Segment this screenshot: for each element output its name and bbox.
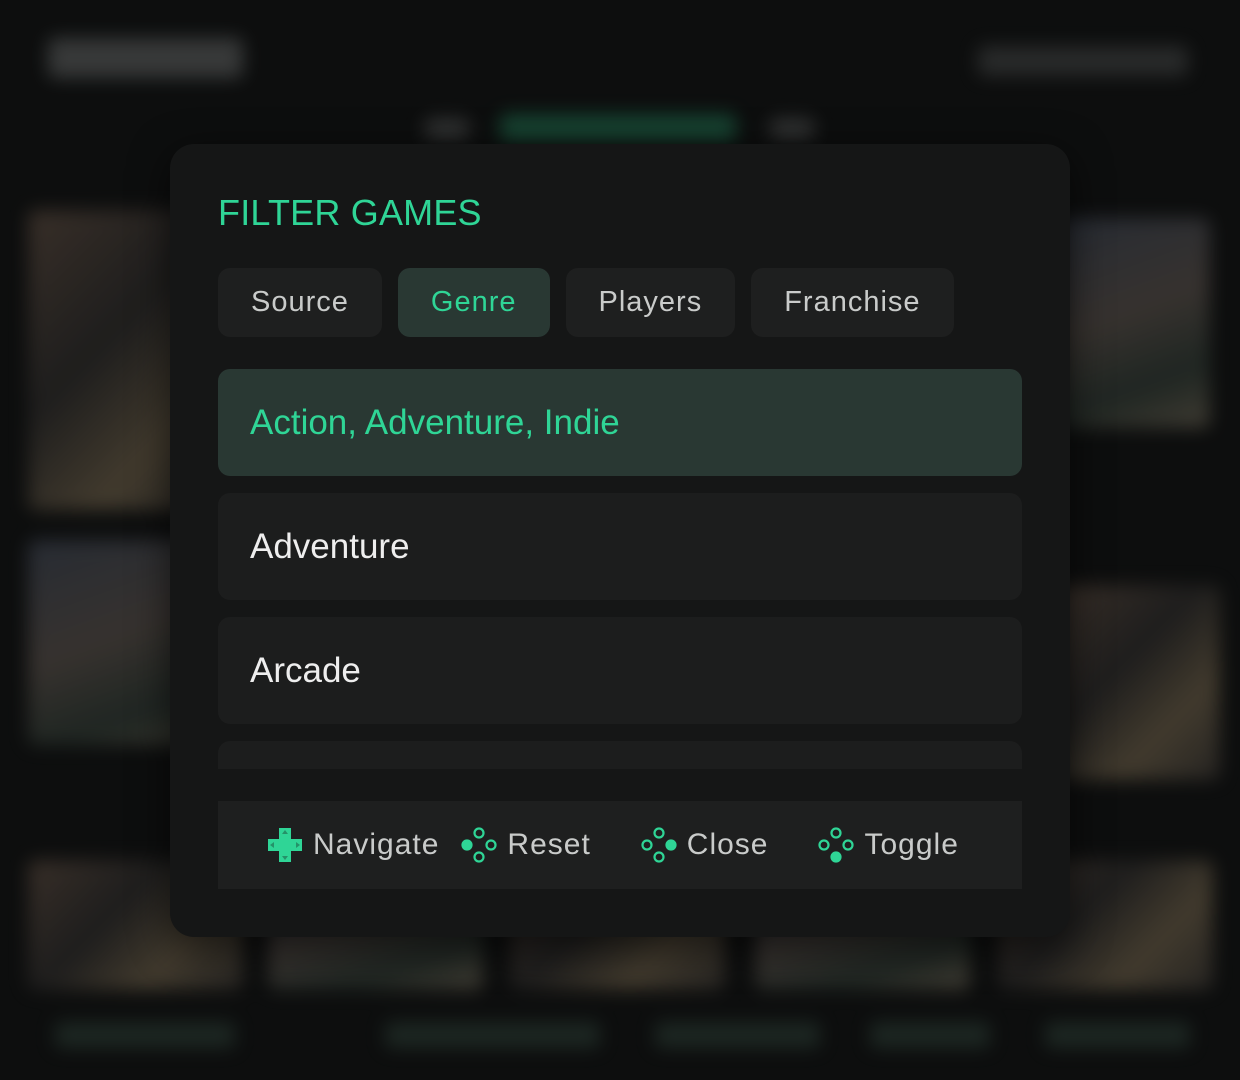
game-card	[1060, 218, 1210, 428]
control-hints-bar: Navigate Reset Close Toggle	[218, 801, 1022, 889]
filter-games-modal: FILTER GAMES Source Genre Players Franch…	[170, 144, 1070, 937]
bg-footer-hint	[655, 1022, 820, 1048]
hint-toggle: Toggle	[818, 827, 958, 863]
hint-label: Close	[686, 828, 769, 861]
option-label: Action, Adventure, Indie	[250, 402, 620, 442]
tab-genre[interactable]: Genre	[397, 268, 550, 337]
game-count	[978, 46, 1188, 76]
library-title	[48, 38, 243, 78]
option-label: Adventure	[250, 526, 410, 566]
tab-players[interactable]: Players	[565, 268, 736, 337]
bg-footer-hint	[1045, 1022, 1190, 1048]
hint-close: Close	[641, 827, 769, 863]
genre-option-list[interactable]: Action, Adventure, Indie Adventure Arcad…	[218, 369, 1022, 769]
modal-title: FILTER GAMES	[218, 192, 482, 233]
hint-label: Navigate	[313, 828, 440, 861]
tab-source[interactable]: Source	[218, 268, 382, 337]
platform-prev-arrow	[425, 118, 469, 140]
hint-label: Reset	[507, 828, 591, 861]
face-buttons-icon	[641, 827, 677, 863]
bg-footer-hint	[870, 1022, 990, 1048]
bg-footer-hint	[55, 1022, 235, 1048]
platform-selector	[500, 114, 736, 142]
hint-navigate: Navigate	[267, 827, 439, 863]
dpad-icon	[268, 828, 302, 862]
genre-option-arcade[interactable]: Arcade	[218, 617, 1022, 724]
tab-franchise[interactable]: Franchise	[751, 268, 954, 337]
genre-option-partial[interactable]	[218, 741, 1022, 769]
filter-tabs: Source Genre Players Franchise	[218, 268, 954, 337]
genre-option-adventure[interactable]: Adventure	[218, 493, 1022, 600]
hint-reset: Reset	[461, 827, 590, 863]
bg-footer-hint	[385, 1022, 600, 1048]
option-label: Arcade	[250, 650, 361, 690]
game-card	[1060, 585, 1220, 780]
face-buttons-icon	[818, 827, 855, 863]
platform-next-arrow	[770, 118, 814, 140]
face-buttons-icon	[461, 827, 498, 863]
genre-option-action-adventure-indie[interactable]: Action, Adventure, Indie	[218, 369, 1022, 476]
hint-label: Toggle	[864, 828, 959, 861]
